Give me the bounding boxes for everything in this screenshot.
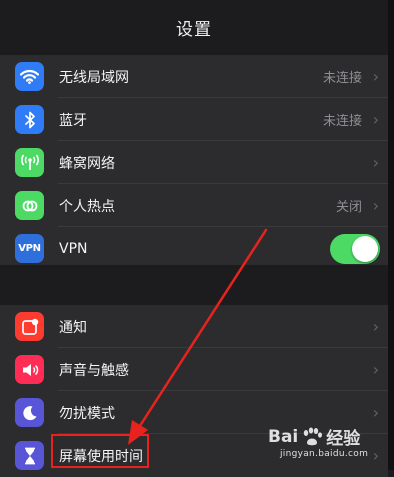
- watermark-url: jingyan.baidu.com: [280, 449, 369, 459]
- watermark: Bai 经验 jingyan.baidu.com: [268, 424, 369, 460]
- paw-icon: [304, 427, 323, 445]
- pointer-arrow: [128, 228, 268, 445]
- watermark-brand: Bai: [268, 426, 299, 447]
- watermark-brand-cn: 经验: [326, 429, 361, 449]
